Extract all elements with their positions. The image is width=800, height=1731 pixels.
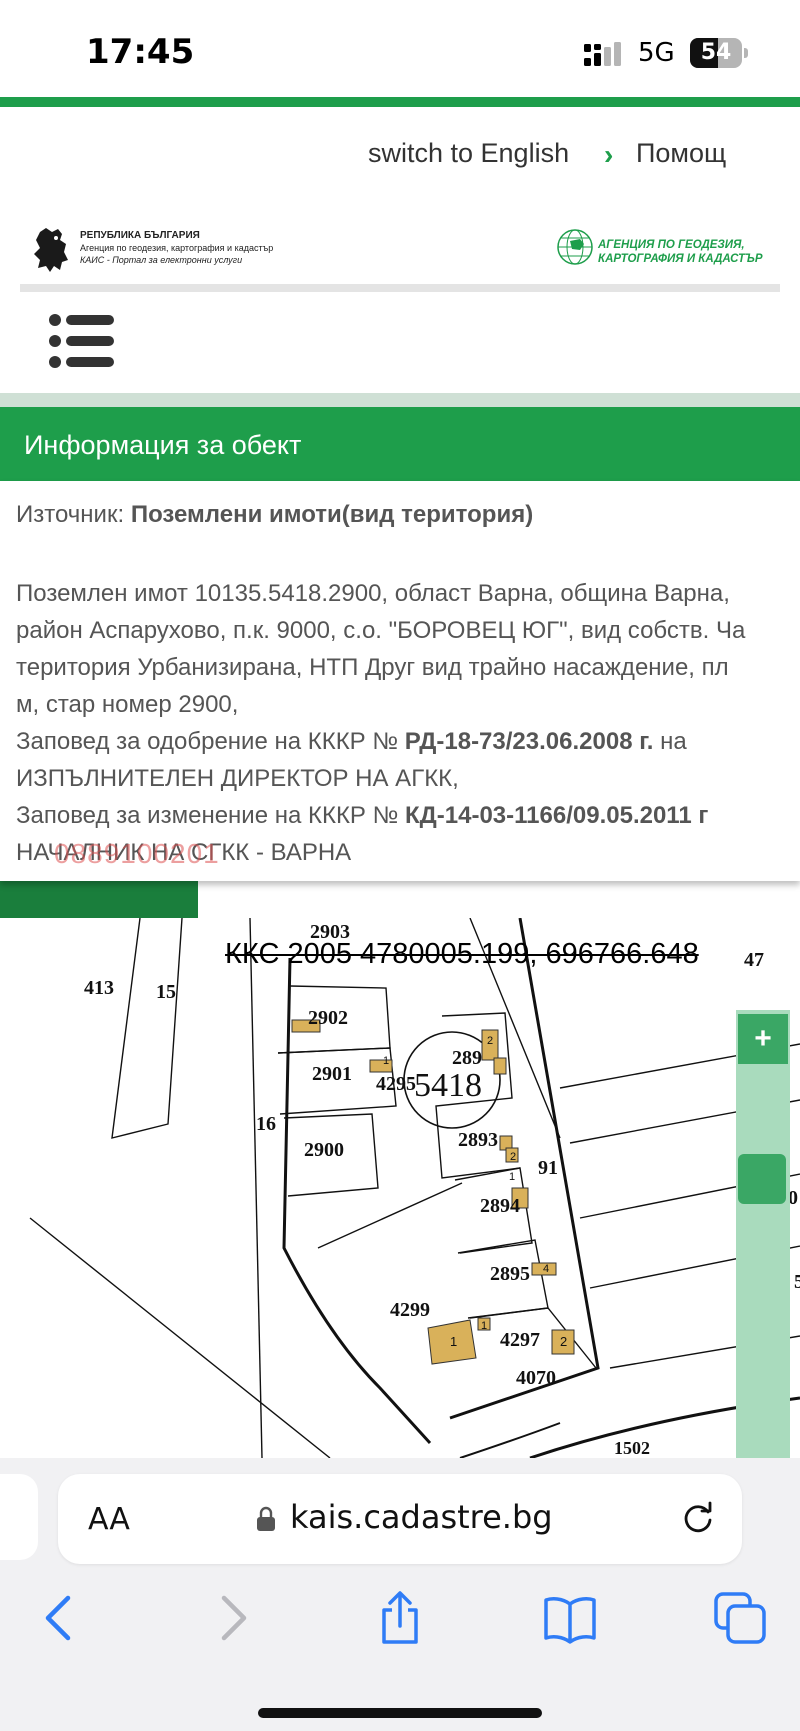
logo-left-line1: РЕПУБЛИКА БЪЛГАРИЯ: [80, 230, 200, 241]
building-number: 4: [543, 1263, 549, 1275]
object-info-panel: Източник: Поземлени имоти(вид територия)…: [0, 481, 800, 881]
battery-tip: [744, 48, 748, 58]
desc-line: Поземлен имот 10135.5418.2900, област Ва…: [16, 580, 730, 607]
lock-icon: [257, 1506, 275, 1531]
panel-tab-stub[interactable]: [0, 878, 198, 918]
parcel-label: 2900: [304, 1139, 344, 1161]
parcel-label: 2902: [308, 1007, 348, 1029]
building-number: 1: [450, 1334, 457, 1349]
parcel-label: 4297: [500, 1329, 540, 1351]
map-drawing[interactable]: 2903 2902 2901 4295 2900 2893 2894 2895 …: [0, 918, 800, 1458]
info-banner: Информация за обект: [0, 407, 800, 481]
cadastral-map[interactable]: 2903 2902 2901 4295 2900 2893 2894 2895 …: [0, 918, 800, 1458]
logo-left-line3: КАИС - Портал за електронни услуги: [80, 255, 243, 265]
map-parcel-outline: [317, 1182, 463, 1249]
parcel-label: 91: [538, 1157, 558, 1179]
status-time: 17:45: [86, 32, 195, 72]
map-parcel-outline: [111, 918, 183, 1139]
parcel-label: 2893: [458, 1129, 498, 1151]
logo-right-line1: АГЕНЦИЯ ПО ГЕОДЕЗИЯ,: [598, 239, 745, 251]
share-icon[interactable]: [372, 1590, 428, 1646]
back-icon[interactable]: [32, 1590, 88, 1646]
battery-level: 54: [700, 40, 732, 65]
nav-divider: [0, 393, 800, 407]
bookmarks-icon[interactable]: [542, 1590, 598, 1646]
forward-icon[interactable]: [204, 1590, 260, 1646]
chevron-right-icon: ›: [604, 139, 614, 170]
approval-order-line: Заповед за одобрение на КККР № РД-18-73/…: [16, 723, 800, 760]
parcel-label: 2895: [490, 1263, 530, 1285]
republic-logo-text: РЕПУБЛИКА БЪЛГАРИЯ Агенция по геодезия, …: [80, 230, 290, 266]
building-number: 1: [383, 1055, 389, 1067]
reload-icon[interactable]: [680, 1500, 716, 1536]
desc-line: територия Урбанизирана, НТП Друг вид тра…: [16, 654, 729, 681]
district-label: 5418: [414, 1067, 482, 1104]
building-number: 2: [487, 1035, 493, 1047]
amend-order-label: Заповед за изменение на КККР №: [16, 802, 399, 829]
previous-tab-peek[interactable]: [0, 1474, 38, 1560]
zoom-slider-track[interactable]: [736, 1010, 790, 1458]
map-parcel-outline: [29, 1217, 331, 1458]
header-divider: [20, 284, 780, 292]
source-label: Източник:: [16, 501, 125, 528]
logo-right-line2: КАРТОГРАФИЯ И КАДАСТЪР: [598, 253, 763, 265]
parcel-label: 1502: [614, 1438, 650, 1458]
browser-toolbar: AA kais.cadastre.bg: [0, 1458, 800, 1731]
parcel-label: 2894: [480, 1195, 520, 1217]
tabs-icon[interactable]: [712, 1590, 768, 1646]
amend-order-number: КД-14-03-1166/09.05.2011 г: [405, 802, 709, 829]
parcel-label: 47: [744, 949, 764, 971]
phone-watermark: 0889100201: [54, 838, 220, 869]
coordinate-readout: ККС 2005 4780005.199, 696766.648: [225, 938, 699, 970]
zoom-in-button[interactable]: +: [738, 1014, 788, 1064]
parcel-label: 16: [256, 1113, 276, 1135]
home-indicator[interactable]: [258, 1708, 542, 1718]
approval-order-label: Заповед за одобрение на КККР №: [16, 728, 399, 755]
desc-line: м, стар номер 2900,: [16, 691, 239, 718]
source-value: Поземлени имоти(вид територия): [130, 501, 534, 528]
signal-icon: [584, 42, 621, 66]
zoom-slider-thumb[interactable]: [738, 1154, 786, 1204]
top-green-rule: [0, 97, 800, 107]
source-line: Източник: Поземлени имоти(вид територия): [16, 501, 533, 529]
battery-icon: 54: [690, 38, 742, 68]
status-bar: 17:45 5G 54: [0, 0, 800, 98]
help-link[interactable]: Помощ: [636, 138, 726, 169]
address-bar[interactable]: AA kais.cadastre.bg: [58, 1474, 742, 1564]
parcel-label: 289: [452, 1047, 482, 1069]
agency-logo[interactable]: АГЕНЦИЯ ПО ГЕОДЕЗИЯ, КАРТОГРАФИЯ И КАДАС…: [556, 228, 772, 268]
parcel-label: 4295: [376, 1073, 416, 1095]
network-label: 5G: [638, 38, 675, 68]
amend-order-line: Заповед за изменение на КККР № КД-14-03-…: [16, 797, 800, 834]
parcel-label: 2901: [312, 1063, 352, 1085]
parcel-label: 413: [84, 977, 114, 999]
globe-map-icon: [557, 229, 593, 265]
logo-left-line2: Агенция по геодезия, картография и кадас…: [80, 243, 274, 253]
approval-order-issuer: ИЗПЪЛНИТЕЛЕН ДИРЕКТОР НА АГКК,: [16, 765, 459, 792]
building-shape: [493, 1057, 507, 1075]
building-number: 2: [560, 1334, 567, 1349]
parcel-label: 4070: [516, 1367, 556, 1389]
switch-language-link[interactable]: switch to English: [368, 138, 569, 169]
approval-order-suffix: на: [660, 728, 687, 755]
building-number: 1: [509, 1171, 515, 1183]
approval-order-number: РД-18-73/23.06.2008 г.: [404, 728, 654, 755]
parcel-description: Поземлен имот 10135.5418.2900, област Ва…: [16, 575, 800, 871]
map-parcel-outline: [249, 918, 263, 1458]
hamburger-list-icon[interactable]: [48, 312, 114, 370]
lion-crest-icon: [34, 228, 68, 272]
parcel-label: 15: [156, 981, 176, 1003]
republic-logo[interactable]: РЕПУБЛИКА БЪЛГАРИЯ Агенция по геодезия, …: [32, 226, 282, 276]
building-number: 2: [510, 1151, 516, 1163]
building-number: 1: [481, 1320, 487, 1332]
parcel-label: 4299: [390, 1299, 430, 1321]
info-title: Информация за обект: [24, 430, 302, 460]
text-size-button[interactable]: AA: [88, 1502, 130, 1537]
desc-line: район Аспарухово, п.к. 9000, с.о. "БОРОВ…: [16, 617, 746, 644]
parcel-label: 5: [794, 1271, 800, 1293]
agency-logo-text: АГЕНЦИЯ ПО ГЕОДЕЗИЯ, КАРТОГРАФИЯ И КАДАС…: [598, 238, 774, 266]
url-text[interactable]: kais.cadastre.bg: [290, 1498, 553, 1536]
